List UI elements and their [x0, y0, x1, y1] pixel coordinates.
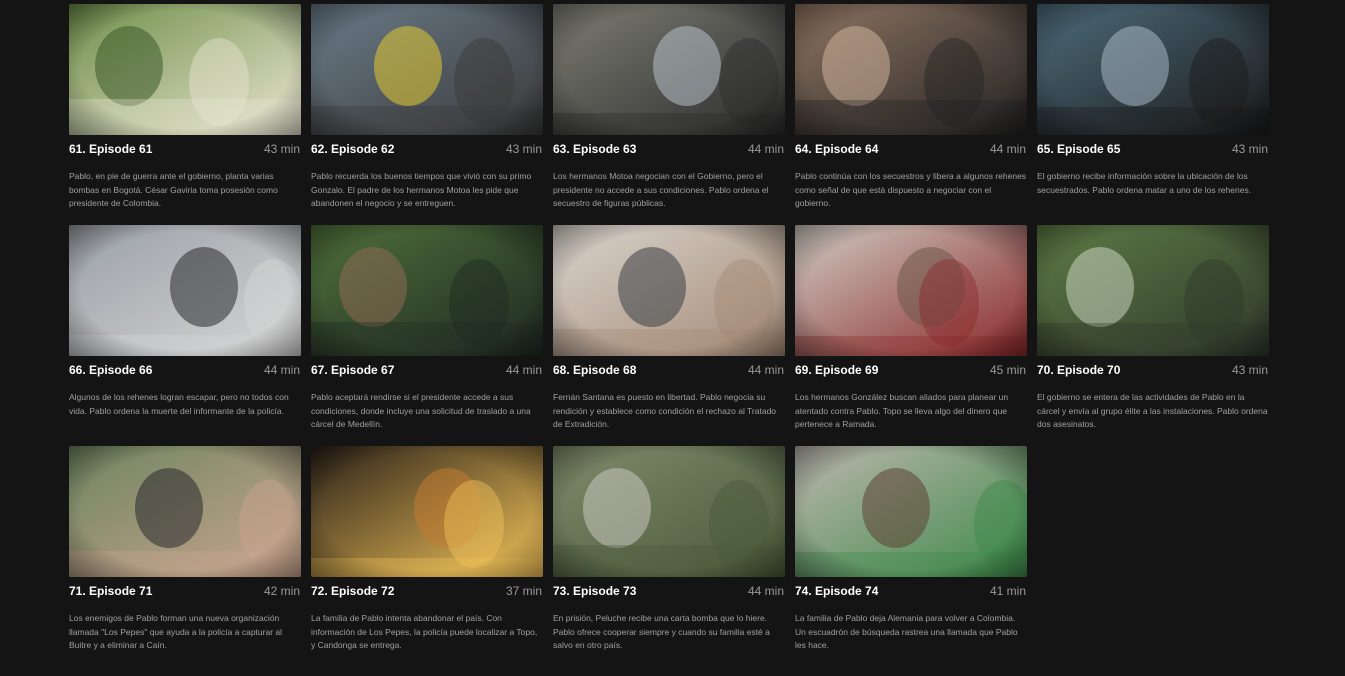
episode-header: 74. Episode 74 41 min — [795, 584, 1027, 600]
episode-still-image — [553, 446, 785, 577]
episode-title: 66. Episode 66 — [69, 363, 153, 377]
episode-header: 61. Episode 61 43 min — [69, 142, 301, 158]
episode-thumbnail[interactable] — [1037, 225, 1269, 356]
episode-synopsis: Los hermanos González buscan aliados par… — [795, 392, 1009, 429]
episode-header: 68. Episode 68 44 min — [553, 363, 785, 379]
episode-synopsis: Algunos de los rehenes logran escapar, p… — [69, 392, 289, 416]
episode-header: 73. Episode 73 44 min — [553, 584, 785, 600]
episode-duration: 37 min — [506, 584, 543, 598]
episode-duration: 44 min — [990, 142, 1027, 156]
episode-title: 65. Episode 65 — [1037, 142, 1121, 156]
episode-header: 62. Episode 62 43 min — [311, 142, 543, 158]
episode-title: 68. Episode 68 — [553, 363, 637, 377]
episode-still-image — [311, 4, 543, 135]
episode-synopsis: Los enemigos de Pablo forman una nueva o… — [69, 613, 283, 650]
episode-header: 69. Episode 69 45 min — [795, 363, 1027, 379]
episode-card[interactable]: 64. Episode 64 44 min Pablo continúa con… — [795, 4, 1027, 225]
episode-grid: 61. Episode 61 43 min Pablo, en pie de g… — [69, 4, 1269, 667]
episode-synopsis: El gobierno se entera de las actividades… — [1037, 392, 1268, 429]
episode-still-image — [311, 225, 543, 356]
episode-duration: 44 min — [748, 363, 785, 377]
episode-header: 63. Episode 63 44 min — [553, 142, 785, 158]
episode-title: 61. Episode 61 — [69, 142, 153, 156]
episode-thumbnail[interactable] — [1037, 4, 1269, 135]
episode-card[interactable]: 69. Episode 69 45 min Los hermanos Gonzá… — [795, 225, 1027, 446]
episode-title: 64. Episode 64 — [795, 142, 879, 156]
episode-card[interactable]: 74. Episode 74 41 min La familia de Pabl… — [795, 446, 1027, 667]
episode-still-image — [69, 225, 301, 356]
episode-synopsis: Pablo, en pie de guerra ante el gobierno… — [69, 171, 278, 208]
episode-synopsis: En prisión, Peluche recibe una carta bom… — [553, 613, 770, 650]
episode-header: 65. Episode 65 43 min — [1037, 142, 1269, 158]
episode-thumbnail[interactable] — [69, 4, 301, 135]
episode-header: 70. Episode 70 43 min — [1037, 363, 1269, 379]
episode-card[interactable]: 63. Episode 63 44 min Los hermanos Motoa… — [553, 4, 785, 225]
episode-thumbnail[interactable] — [69, 446, 301, 577]
episode-duration: 41 min — [990, 584, 1027, 598]
episode-thumbnail[interactable] — [795, 225, 1027, 356]
episode-thumbnail[interactable] — [795, 4, 1027, 135]
episode-still-image — [1037, 225, 1269, 356]
episode-card[interactable]: 72. Episode 72 37 min La familia de Pabl… — [311, 446, 543, 667]
episode-still-image — [795, 4, 1027, 135]
episode-still-image — [311, 446, 543, 577]
episode-title: 71. Episode 71 — [69, 584, 153, 598]
episode-synopsis: La familia de Pablo intenta abandonar el… — [311, 613, 538, 650]
episode-thumbnail[interactable] — [69, 225, 301, 356]
episode-still-image — [69, 446, 301, 577]
episode-still-image — [795, 446, 1027, 577]
episode-duration: 44 min — [506, 363, 543, 377]
episode-card[interactable]: 68. Episode 68 44 min Fernán Santana es … — [553, 225, 785, 446]
episode-card[interactable]: 73. Episode 73 44 min En prisión, Peluch… — [553, 446, 785, 667]
episode-thumbnail[interactable] — [795, 446, 1027, 577]
episode-thumbnail[interactable] — [553, 225, 785, 356]
episode-card[interactable]: 66. Episode 66 44 min Algunos de los reh… — [69, 225, 301, 446]
episode-title: 62. Episode 62 — [311, 142, 395, 156]
episode-synopsis: El gobierno recibe información sobre la … — [1037, 171, 1252, 195]
episode-synopsis: Pablo recuerda los buenos tiempos que vi… — [311, 171, 532, 208]
episode-title: 73. Episode 73 — [553, 584, 637, 598]
episode-header: 72. Episode 72 37 min — [311, 584, 543, 600]
episode-card[interactable]: 67. Episode 67 44 min Pablo aceptará ren… — [311, 225, 543, 446]
episode-synopsis: Fernán Santana es puesto en libertad. Pa… — [553, 392, 777, 429]
episode-title: 74. Episode 74 — [795, 584, 879, 598]
episode-still-image — [69, 4, 301, 135]
episode-title: 67. Episode 67 — [311, 363, 395, 377]
episode-thumbnail[interactable] — [553, 446, 785, 577]
episode-header: 64. Episode 64 44 min — [795, 142, 1027, 158]
episode-still-image — [1037, 4, 1269, 135]
episode-duration: 45 min — [990, 363, 1027, 377]
episode-still-image — [553, 4, 785, 135]
episode-thumbnail[interactable] — [553, 4, 785, 135]
episode-header: 67. Episode 67 44 min — [311, 363, 543, 379]
episode-still-image — [553, 225, 785, 356]
episode-thumbnail[interactable] — [311, 446, 543, 577]
episode-thumbnail[interactable] — [311, 225, 543, 356]
episode-synopsis: Los hermanos Motoa negocian con el Gobie… — [553, 171, 769, 208]
episode-title: 70. Episode 70 — [1037, 363, 1121, 377]
episode-synopsis: Pablo aceptará rendirse si el presidente… — [311, 392, 531, 429]
episode-header: 71. Episode 71 42 min — [69, 584, 301, 600]
episode-duration: 42 min — [264, 584, 301, 598]
episode-card[interactable]: 71. Episode 71 42 min Los enemigos de Pa… — [69, 446, 301, 667]
episode-duration: 43 min — [506, 142, 543, 156]
episode-card[interactable]: 65. Episode 65 43 min El gobierno recibe… — [1037, 4, 1269, 225]
episode-still-image — [795, 225, 1027, 356]
episode-card[interactable]: 70. Episode 70 43 min El gobierno se ent… — [1037, 225, 1269, 446]
episode-title: 72. Episode 72 — [311, 584, 395, 598]
episode-duration: 44 min — [264, 363, 301, 377]
episode-synopsis: Pablo continúa con los secuestros y libe… — [795, 171, 1027, 208]
episode-duration: 43 min — [1232, 142, 1269, 156]
episode-synopsis: La familia de Pablo deja Alemania para v… — [795, 613, 1018, 650]
episode-duration: 43 min — [264, 142, 301, 156]
episode-duration: 43 min — [1232, 363, 1269, 377]
episode-duration: 44 min — [748, 584, 785, 598]
episode-card[interactable]: 62. Episode 62 43 min Pablo recuerda los… — [311, 4, 543, 225]
episode-thumbnail[interactable] — [311, 4, 543, 135]
episode-card[interactable]: 61. Episode 61 43 min Pablo, en pie de g… — [69, 4, 301, 225]
episode-duration: 44 min — [748, 142, 785, 156]
episode-header: 66. Episode 66 44 min — [69, 363, 301, 379]
episode-title: 63. Episode 63 — [553, 142, 637, 156]
episode-title: 69. Episode 69 — [795, 363, 879, 377]
